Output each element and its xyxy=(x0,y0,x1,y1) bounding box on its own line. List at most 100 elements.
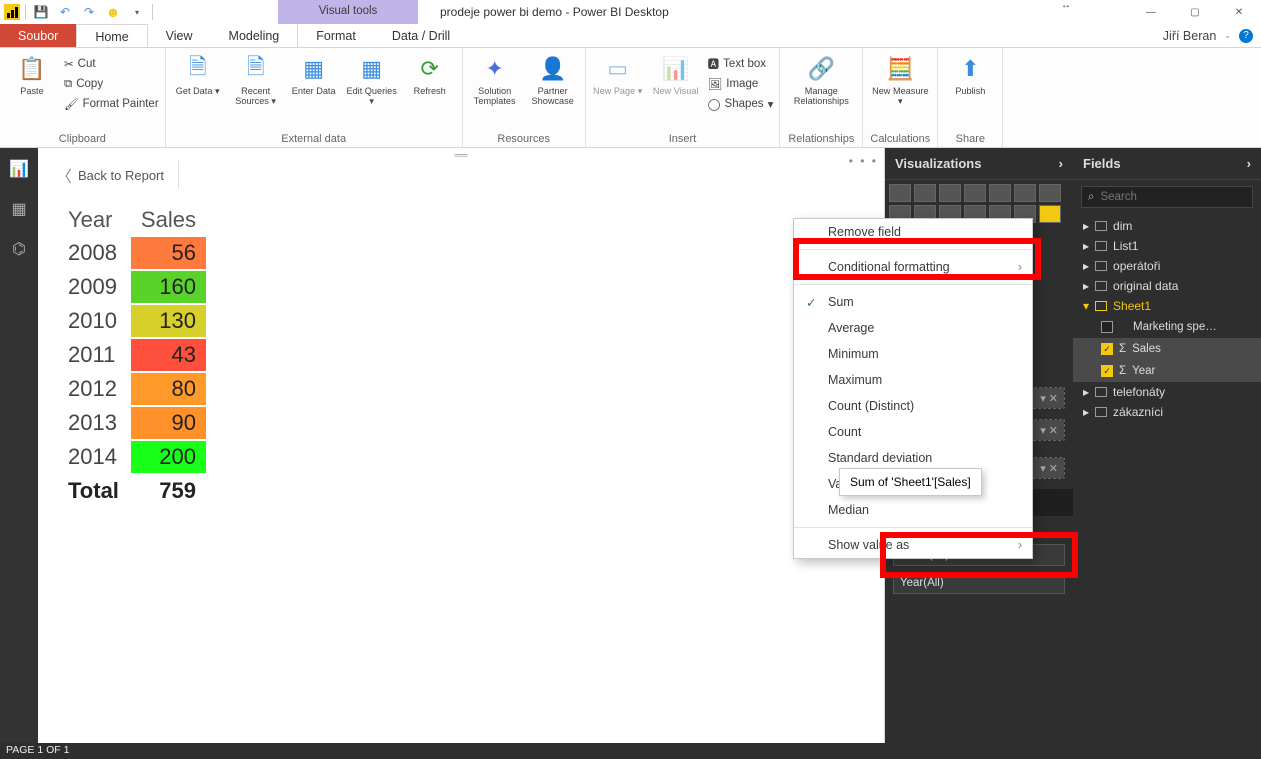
visual-type-button[interactable] xyxy=(939,184,961,202)
get-data-button[interactable]: 🗎Get Data ▾ xyxy=(172,52,224,96)
image-button[interactable]: 🖼Image xyxy=(708,74,774,94)
datadrill-tab[interactable]: Data / Drill xyxy=(374,24,468,47)
checkbox-icon[interactable]: ✓ xyxy=(1101,365,1113,377)
solution-templates-button[interactable]: ✦Solution Templates xyxy=(469,52,521,106)
expand-icon: ▸ xyxy=(1083,219,1089,233)
sigma-icon: Σ xyxy=(1119,343,1126,355)
more-options-icon[interactable]: • • • xyxy=(849,154,878,168)
checkbox-icon[interactable] xyxy=(1101,321,1113,333)
close-button[interactable]: ✕ xyxy=(1217,0,1261,24)
group-label: Calculations xyxy=(869,133,931,147)
publish-button[interactable]: ⬆Publish xyxy=(944,52,996,96)
format-tab[interactable]: Format xyxy=(298,24,374,47)
user-dropdown-icon[interactable]: ⌄ xyxy=(1224,31,1231,40)
edit-queries-button[interactable]: ▦Edit Queries ▾ xyxy=(346,52,398,106)
ctx-sum[interactable]: Sum xyxy=(794,289,1032,315)
visual-type-button[interactable] xyxy=(989,184,1011,202)
qat-dropdown-icon[interactable]: ▾ xyxy=(129,4,145,20)
table-node-sheet1[interactable]: ▾Sheet1 xyxy=(1073,296,1261,316)
visual-type-button[interactable] xyxy=(1014,184,1036,202)
group-label: Relationships xyxy=(786,133,856,147)
group-label: Share xyxy=(944,133,996,147)
textbox-button[interactable]: 🅰Text box xyxy=(708,54,774,74)
chart-icon: 📊 xyxy=(661,54,691,84)
table-row[interactable]: 2009160 xyxy=(58,271,206,303)
visual-type-button[interactable] xyxy=(1039,205,1061,223)
visual-type-button[interactable] xyxy=(914,184,936,202)
data-view-icon[interactable]: ▦ xyxy=(8,198,30,220)
redo-icon[interactable]: ↷ xyxy=(81,4,97,20)
recent-sources-button[interactable]: 🗎Recent Sources ▾ xyxy=(230,52,282,106)
table-node[interactable]: ▸zákazníci xyxy=(1073,402,1261,422)
cell-sales: 90 xyxy=(131,407,206,439)
modeling-tab[interactable]: Modeling xyxy=(211,24,298,47)
col-year-header[interactable]: Year xyxy=(58,207,129,235)
table-row[interactable]: 201390 xyxy=(58,407,206,439)
model-view-icon[interactable]: ⌬ xyxy=(8,238,30,260)
file-tab[interactable]: Soubor xyxy=(0,24,76,47)
paste-button[interactable]: 📋Paste xyxy=(6,52,58,96)
refresh-button[interactable]: ⟳Refresh xyxy=(404,52,456,96)
collapse-pane-icon[interactable]: › xyxy=(1247,156,1251,171)
expand-icon: ▸ xyxy=(1083,279,1089,293)
cut-button[interactable]: ✂Cut xyxy=(64,54,159,74)
table-node[interactable]: ▸dim xyxy=(1073,216,1261,236)
ctx-count-distinct[interactable]: Count (Distinct) xyxy=(794,393,1032,419)
table-node[interactable]: ▸List1 xyxy=(1073,236,1261,256)
table-row[interactable]: 200856 xyxy=(58,237,206,269)
table-icon xyxy=(1095,241,1107,251)
field-item[interactable]: Marketing spe… xyxy=(1073,316,1261,338)
copy-icon: ⧉ xyxy=(64,78,72,91)
undo-icon[interactable]: ↶ xyxy=(57,4,73,20)
visual-type-button[interactable] xyxy=(964,184,986,202)
ctx-maximum[interactable]: Maximum xyxy=(794,367,1032,393)
table-row[interactable]: 2014200 xyxy=(58,441,206,473)
copy-button[interactable]: ⧉Copy xyxy=(64,74,159,94)
table-node[interactable]: ▸original data xyxy=(1073,276,1261,296)
view-tab[interactable]: View xyxy=(148,24,211,47)
shapes-button[interactable]: ◯Shapes ▾ xyxy=(708,94,774,114)
enter-data-button[interactable]: ▦Enter Data xyxy=(288,52,340,96)
format-painter-button[interactable]: 🖌Format Painter xyxy=(64,94,159,114)
col-sales-header[interactable]: Sales xyxy=(131,207,206,235)
save-icon[interactable]: 💾 xyxy=(33,4,49,20)
home-tab[interactable]: Home xyxy=(76,24,147,47)
new-page-button[interactable]: ▭New Page ▾ xyxy=(592,52,644,96)
cell-year: 2012 xyxy=(58,373,129,405)
user-name[interactable]: Jiří Beran xyxy=(1163,29,1217,43)
field-item[interactable]: ✓ΣYear xyxy=(1073,360,1261,382)
search-box[interactable]: ⌕ xyxy=(1081,186,1253,208)
help-icon[interactable]: ? xyxy=(1239,29,1253,43)
visual-type-button[interactable] xyxy=(1039,184,1061,202)
collapse-pane-icon[interactable]: › xyxy=(1059,156,1063,171)
report-view-icon[interactable]: 📊 xyxy=(8,158,30,180)
table-node[interactable]: ▸operátoři xyxy=(1073,256,1261,276)
back-to-report-button[interactable]: 〈 Back to Report xyxy=(56,161,179,189)
separator xyxy=(794,284,1032,285)
cell-sales: 80 xyxy=(131,373,206,405)
new-measure-button[interactable]: 🧮New Measure ▾ xyxy=(869,52,931,106)
search-input[interactable] xyxy=(1100,191,1220,203)
cell-sales: 160 xyxy=(131,271,206,303)
table-icon: ▦ xyxy=(299,54,329,84)
new-visual-button[interactable]: 📊New Visual xyxy=(650,52,702,96)
field-item[interactable]: ✓ΣSales xyxy=(1073,338,1261,360)
minimize-button[interactable]: ― xyxy=(1129,0,1173,24)
ctx-count[interactable]: Count xyxy=(794,419,1032,445)
smiley-icon[interactable]: ☻ xyxy=(105,4,121,20)
partner-showcase-button[interactable]: 👤Partner Showcase xyxy=(527,52,579,106)
page-icon: ▭ xyxy=(603,54,633,84)
ctx-average[interactable]: Average xyxy=(794,315,1032,341)
visual-type-button[interactable] xyxy=(889,184,911,202)
group-label: Resources xyxy=(469,133,579,147)
table-row[interactable]: 201280 xyxy=(58,373,206,405)
table-row[interactable]: 201143 xyxy=(58,339,206,371)
manage-relationships-button[interactable]: 🔗Manage Relationships xyxy=(786,52,856,106)
checkbox-icon[interactable]: ✓ xyxy=(1101,343,1113,355)
expand-icon: ▸ xyxy=(1083,405,1089,419)
ctx-minimum[interactable]: Minimum xyxy=(794,341,1032,367)
table-node[interactable]: ▸telefonáty xyxy=(1073,382,1261,402)
ctx-median[interactable]: Median xyxy=(794,497,1032,523)
maximize-button[interactable]: ▢ xyxy=(1173,0,1217,24)
table-row[interactable]: 2010130 xyxy=(58,305,206,337)
